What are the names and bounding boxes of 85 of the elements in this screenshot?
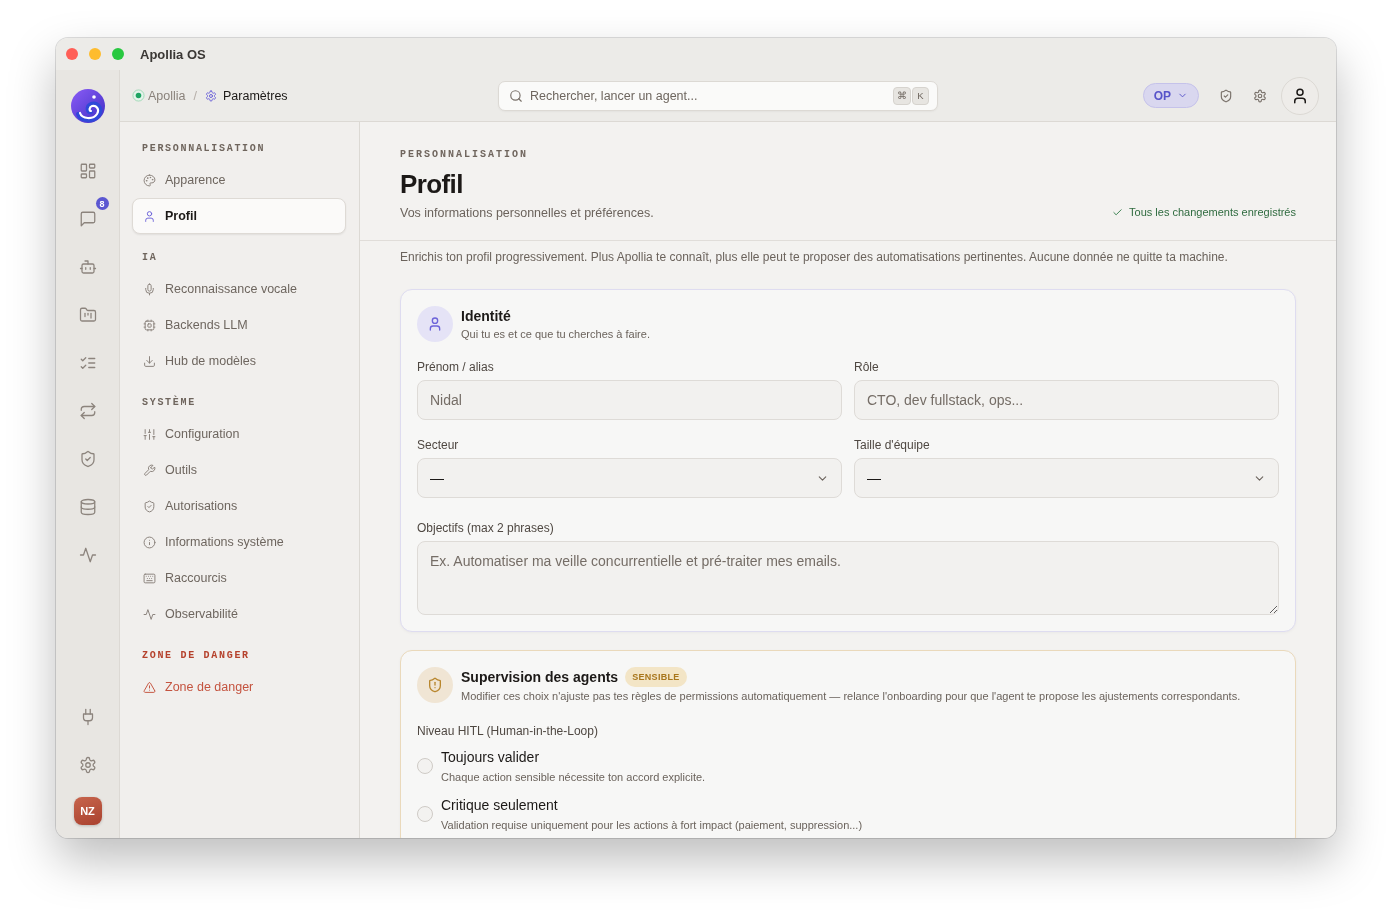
settings-icon[interactable] [78,756,97,774]
dashboard-icon[interactable] [78,162,97,180]
checklist-icon[interactable] [78,354,97,372]
nav-item[interactable]: Profil [132,198,346,234]
check-icon [1112,206,1124,218]
shield-check-icon [143,499,156,513]
shield-check-icon[interactable] [78,450,97,468]
user-avatar[interactable]: NZ [73,797,102,825]
card-title: Identité [461,307,511,325]
settings-icon [205,89,217,102]
radio-button[interactable] [417,806,433,822]
card-subtitle: Modifier ces choix n'ajuste pas tes règles de permissions automatiquement — relance l'onboarding pour que l'agent te propose les ajustements correspondants. [461,689,1241,703]
nav-item[interactable]: Apparence [132,162,346,198]
profile-button[interactable] [1281,76,1319,115]
robot-icon[interactable] [78,258,97,276]
field-label: Rôle [854,359,880,375]
text-field[interactable]: Nidal [417,380,842,420]
chip-icon [143,318,156,332]
option-description: Chaque action sensible nécessite ton accord explicite. [441,770,706,784]
info-icon [143,535,156,549]
nav-item[interactable]: Reconnaissance vocale [132,271,346,307]
shield-check-icon[interactable] [1219,88,1233,103]
select-field[interactable]: — [854,458,1279,498]
nav-item[interactable]: Backends LLM [132,307,346,343]
save-status: Tous les changements enregistrés [1129,206,1296,218]
select-field[interactable]: — [417,458,842,498]
wrench-icon [143,463,156,477]
card-title: Supervision des agents [461,668,619,686]
shield-alert-icon [417,667,453,703]
download-icon [143,354,156,368]
breadcrumb-link[interactable]: Apollia [148,88,186,103]
nav-item[interactable]: Configuration [132,416,346,452]
section-heading: SYSTÈME [141,397,197,409]
database-icon[interactable] [78,498,97,516]
card-subtitle: Qui tu es et ce que tu cherches à faire. [461,327,650,341]
window-zoom-icon[interactable] [112,48,124,60]
palette-icon [143,173,156,187]
nav-item[interactable]: Zone de danger [132,669,346,705]
keyboard-icon [143,571,156,585]
chat-icon[interactable] [78,210,97,228]
section-heading: ZONE DE DANGER [141,650,251,662]
page-eyebrow: PERSONNALISATION [400,149,529,161]
breadcrumb-current: Paramètres [223,88,288,103]
field-label: Secteur [417,437,460,453]
pulse-icon[interactable] [78,546,97,564]
group-label: Niveau HITL (Human-in-the-Loop) [417,723,599,739]
count-badge: 8 [95,197,109,210]
window-title: Apollia OS [140,46,206,62]
intro-text: Enrichis ton profil progressivement. Plus Apollia te connaît, plus elle peut te proposer des automatisations pertinentes. Aucune donnée ne quitte ta machine. [400,249,1229,265]
nav-item[interactable]: Outils [132,452,346,488]
folder-icon[interactable] [78,306,97,324]
window-close-icon[interactable] [66,48,78,60]
settings-icon[interactable] [1253,88,1267,103]
microphone-icon [143,282,156,296]
page-title: Profil [400,168,464,200]
nav-item[interactable]: Autorisations [132,488,346,524]
field-label: Taille d'équipe [854,437,931,453]
warning-icon [143,680,156,694]
section-heading: IA [141,252,159,264]
nav-item[interactable]: Informations système [132,524,346,560]
textarea-field[interactable]: Ex. Automatiser ma veille concurrentielle et pré-traiter mes emails. [417,541,1279,615]
text-field[interactable]: CTO, dev fullstack, ops... [854,380,1279,420]
user-icon [417,306,453,342]
user-icon [1291,86,1309,105]
repeat-icon[interactable] [78,402,97,420]
section-heading: PERSONNALISATION [141,143,267,155]
sensitivity-tag: SENSIBLE [625,667,687,687]
field-label: Prénom / alias [417,359,495,375]
nav-item[interactable]: Hub de modèles [132,343,346,379]
pulse-icon [143,607,156,621]
spiral-logo-icon[interactable] [69,88,106,124]
breadcrumb-separator: / [193,88,197,103]
option-description: Validation requise uniquement pour les actions à fort impact (paiement, suppression...) [441,818,863,832]
option-title: Toujours valider [441,748,541,766]
field-label: Objectifs (max 2 phrases) [417,520,555,536]
option-title: Critique seulement [441,796,559,814]
page-subtitle: Vos informations personnelles et préférences. [400,205,654,221]
search-icon [509,88,523,103]
nav-item[interactable]: Raccourcis [132,560,346,596]
status-dot-icon [132,89,145,102]
nav-item[interactable]: Observabilité [132,596,346,632]
sliders-icon [143,427,156,441]
radio-button[interactable] [417,758,433,774]
user-icon [143,209,156,223]
mode-dropdown[interactable]: OP [1142,83,1199,108]
